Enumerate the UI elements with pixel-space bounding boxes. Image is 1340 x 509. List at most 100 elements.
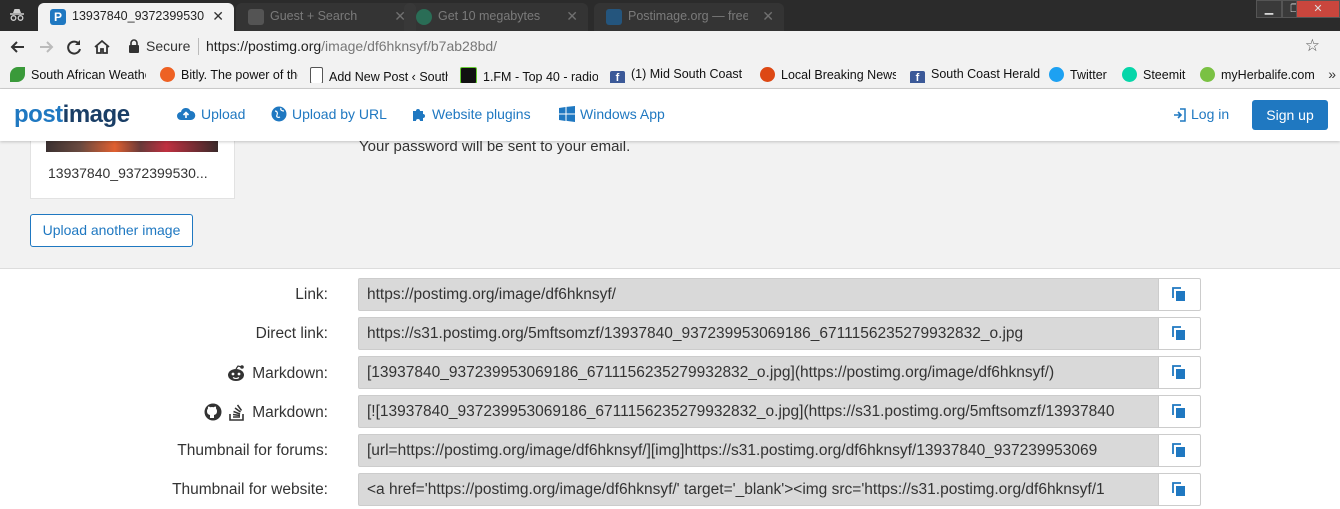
copy-button[interactable]	[1158, 473, 1201, 506]
page-icon	[310, 67, 323, 83]
home-icon	[94, 39, 110, 54]
tab-active[interactable]: P 13937840_937239953069186_671115 ✕	[38, 3, 234, 31]
bookmark-label: Local Breaking News	[781, 68, 896, 82]
secure-label: Secure	[146, 38, 191, 54]
logo-part-b: image	[62, 101, 130, 128]
bookmark-item[interactable]: 1.FM - Top 40 - radio	[460, 67, 598, 83]
herbalife-icon	[1200, 67, 1215, 82]
link-row-label-text: Markdown:	[252, 365, 328, 382]
bookmark-item[interactable]: South African Weather	[10, 67, 146, 83]
ubuntu-icon	[760, 67, 775, 82]
copy-button[interactable]	[1158, 317, 1201, 350]
nav-website-plugins[interactable]: Website plugins	[411, 106, 531, 122]
bookmark-label: (1) Mid South Coast News	[631, 67, 746, 81]
bookmark-item[interactable]: f South Coast Herald	[910, 67, 1040, 83]
steemit-icon	[1122, 67, 1137, 82]
bookmark-star-icon[interactable]: ☆	[1305, 36, 1320, 56]
link-row: Thumbnail for forums: [url=https://posti…	[0, 434, 1340, 469]
green-favicon-icon	[416, 9, 432, 25]
link-value[interactable]: [url=https://postimg.org/image/df6hknsyf…	[367, 442, 1097, 460]
bookmark-item[interactable]: Local Breaking News	[760, 67, 896, 83]
copy-icon	[1172, 404, 1185, 418]
link-value[interactable]: https://postimg.org/image/df6hknsyf/	[367, 286, 616, 304]
incognito-icon	[10, 9, 24, 21]
bookmarks-overflow-icon[interactable]: »	[1328, 66, 1336, 82]
copy-button[interactable]	[1158, 395, 1201, 428]
minimize-button[interactable]: ▁	[1256, 0, 1282, 18]
link-field[interactable]: [url=https://postimg.org/image/df6hknsyf…	[358, 434, 1159, 467]
bookmark-item[interactable]: Bitly. The power of the link	[160, 67, 298, 83]
browser-toolbar: Secure https://postimg.org/image/df6hkns…	[0, 31, 1340, 62]
copy-button[interactable]	[1158, 278, 1201, 311]
bookmark-item[interactable]: f (1) Mid South Coast News	[610, 67, 746, 83]
link-value[interactable]: [13937840_937239953069186_67111562352799…	[367, 364, 1054, 382]
divider	[198, 38, 199, 55]
bookmarks-bar: South African Weather Bitly. The power o…	[0, 62, 1340, 89]
url-text: https://postimg.org/image/df6hknsyf/b7ab…	[206, 38, 497, 54]
nav-upload[interactable]: Upload	[176, 106, 245, 122]
back-button[interactable]	[7, 36, 29, 58]
twitter-icon	[1049, 67, 1064, 82]
forward-button[interactable]	[35, 36, 57, 58]
tab-close-icon[interactable]: ✕	[566, 8, 578, 25]
nav-upload-by-url[interactable]: Upload by URL	[271, 106, 387, 122]
link-value[interactable]: https://s31.postimg.org/5mftsomzf/139378…	[367, 325, 1023, 343]
upload-summary-panel: 13937840_9372399530... Your password wil…	[0, 135, 1340, 269]
bookmark-label: South Coast Herald	[931, 67, 1040, 81]
link-value[interactable]: [![13937840_937239953069186_671115623527…	[367, 403, 1114, 421]
link-row: Thumbnail for website: <a href='https://…	[0, 473, 1340, 508]
green-leaf-icon	[10, 67, 25, 82]
link-row-label: Thumbnail for forums:	[177, 442, 328, 459]
github-icon	[204, 403, 222, 421]
copy-button[interactable]	[1158, 356, 1201, 389]
page-favicon-icon	[248, 9, 264, 25]
link-row-label-text: Markdown:	[252, 404, 328, 421]
postimage-logo[interactable]: postimage	[14, 101, 130, 129]
bookmark-item[interactable]: Add New Post ‹ South Coast	[310, 67, 448, 83]
bookmark-item[interactable]: Twitter	[1049, 67, 1113, 83]
tab-inactive[interactable]: Postimage.org — free ✕	[594, 3, 784, 31]
bookmark-label: Twitter	[1070, 68, 1107, 82]
upload-another-button[interactable]: Upload another image	[30, 214, 193, 247]
signup-button[interactable]: Sign up	[1252, 100, 1328, 130]
uploaded-thumbnail-card[interactable]: 13937840_9372399530...	[30, 135, 235, 199]
link-field[interactable]: [![13937840_937239953069186_671115623527…	[358, 395, 1159, 428]
close-window-button[interactable]: ✕	[1296, 0, 1340, 18]
home-button[interactable]	[91, 36, 113, 58]
copy-button[interactable]	[1158, 434, 1201, 467]
tab-title: Guest + Search	[270, 9, 358, 23]
lock-icon	[129, 39, 139, 53]
link-field[interactable]: https://postimg.org/image/df6hknsyf/	[358, 278, 1159, 311]
nav-upload-label: Upload	[201, 106, 246, 122]
address-bar[interactable]: Secure https://postimg.org/image/df6hkns…	[120, 34, 1330, 59]
link-value[interactable]: <a href='https://postimg.org/image/df6hk…	[367, 481, 1105, 499]
link-field[interactable]: https://s31.postimg.org/5mftsomzf/139378…	[358, 317, 1159, 350]
tab-title: 13937840_937239953069186_671115	[72, 9, 204, 23]
nav-windows-app-label: Windows App	[580, 106, 665, 122]
bookmark-label: 1.FM - Top 40 - radio	[483, 70, 598, 83]
link-row-label: Thumbnail for website:	[172, 481, 328, 498]
bookmark-item[interactable]: Steemit	[1122, 67, 1188, 83]
tab-close-icon[interactable]: ✕	[212, 8, 224, 25]
reload-icon	[67, 40, 81, 55]
globe-icon	[271, 106, 287, 122]
link-row: Markdown: [![13937840_937239953069186_67…	[0, 395, 1340, 430]
link-field[interactable]: <a href='https://postimg.org/image/df6hk…	[358, 473, 1159, 506]
link-field[interactable]: [13937840_937239953069186_67111562352799…	[358, 356, 1159, 389]
link-row: Link: https://postimg.org/image/df6hknsy…	[0, 278, 1340, 313]
copy-icon	[1172, 287, 1185, 301]
url-host: https://postimg.org	[206, 38, 322, 54]
link-row-label: Markdown:	[226, 364, 328, 383]
facebook-icon: f	[910, 71, 925, 83]
tab-inactive[interactable]: Get 10 megabytes ✕	[404, 3, 588, 31]
tab-close-icon[interactable]: ✕	[762, 8, 774, 25]
copy-icon	[1172, 443, 1185, 457]
bookmark-label: myHerbalife.com	[1221, 68, 1315, 82]
bookmark-item[interactable]: myHerbalife.com	[1200, 67, 1316, 83]
link-row: Direct link: https://s31.postimg.org/5mf…	[0, 317, 1340, 352]
reload-button[interactable]	[63, 36, 85, 58]
thumbnail-filename: 13937840_9372399530...	[48, 165, 208, 181]
login-link[interactable]: Log in	[1173, 106, 1229, 122]
nav-windows-app[interactable]: Windows App	[559, 106, 665, 122]
tab-inactive[interactable]: Guest + Search ✕	[236, 3, 416, 31]
